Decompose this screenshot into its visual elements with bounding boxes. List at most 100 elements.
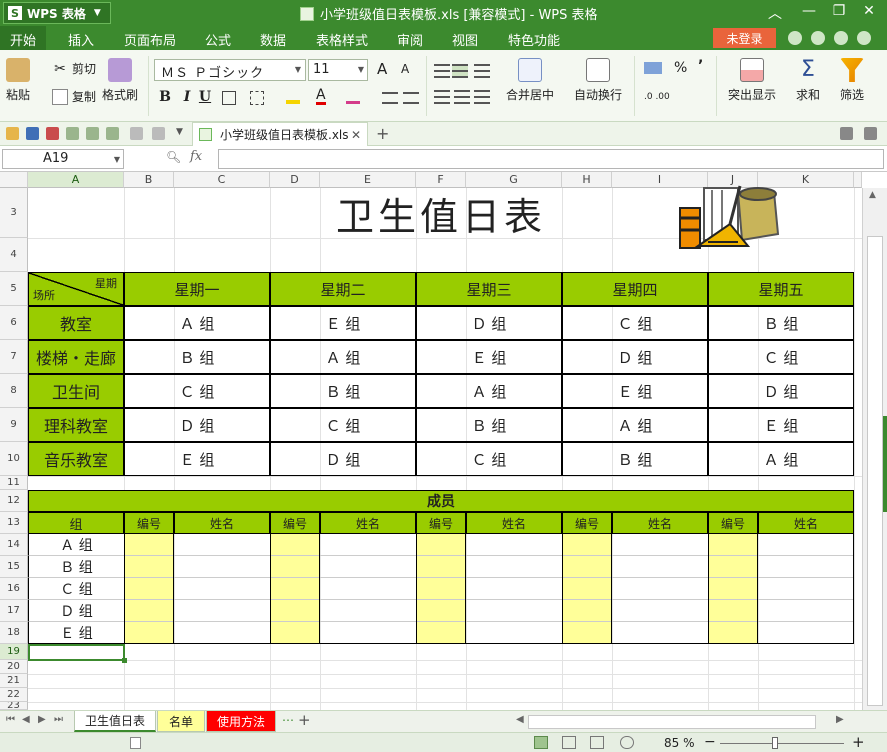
member-id-column[interactable] xyxy=(562,534,612,644)
group-cell[interactable]: Ｅ 组 xyxy=(270,306,416,340)
active-cell-selection[interactable] xyxy=(28,644,127,663)
menu-insert[interactable]: 插入 xyxy=(68,30,94,49)
last-sheet-icon[interactable]: ⏭ xyxy=(54,714,63,725)
number-header[interactable]: 编号 xyxy=(270,512,320,534)
format-painter-button[interactable]: 格式刷 xyxy=(102,58,138,103)
group-cell[interactable]: Ｅ 组 xyxy=(124,442,270,476)
horizontal-scrollbar[interactable] xyxy=(528,715,816,729)
place-cell[interactable]: 音乐教室 xyxy=(28,442,124,476)
row-header[interactable]: 18 xyxy=(0,622,28,644)
increase-decimal-icon[interactable]: .0 .00 xyxy=(644,92,670,102)
member-group-cell[interactable]: Ｄ 组 xyxy=(28,600,124,622)
row-header[interactable]: 17 xyxy=(0,600,28,622)
group-cell[interactable]: Ｅ 组 xyxy=(562,374,708,408)
tab-list-icon[interactable] xyxy=(840,127,853,140)
align-middle-icon[interactable] xyxy=(452,64,468,78)
scroll-right-icon[interactable]: ▶ xyxy=(836,714,844,725)
font-name-select[interactable]: ＭＳ Ｐゴシック ▼ xyxy=(154,59,306,81)
font-size-select[interactable]: 11 ▼ xyxy=(308,59,368,81)
scroll-left-icon[interactable]: ◀ xyxy=(516,714,524,725)
number-header[interactable]: 编号 xyxy=(708,512,758,534)
align-top-icon[interactable] xyxy=(434,64,450,78)
row-header[interactable]: 23 xyxy=(0,702,28,710)
fill-handle[interactable] xyxy=(122,658,127,663)
borders-icon[interactable] xyxy=(222,91,236,105)
number-header[interactable]: 编号 xyxy=(562,512,612,534)
select-all-corner[interactable] xyxy=(0,172,28,188)
member-group-cell[interactable]: Ａ 组 xyxy=(28,534,124,556)
menu-formulas[interactable]: 公式 xyxy=(205,30,231,49)
group-cell[interactable]: Ａ 组 xyxy=(416,374,562,408)
close-tab-icon[interactable]: ✕ xyxy=(351,128,361,142)
side-panel-toggle[interactable] xyxy=(883,416,887,512)
row-header[interactable]: 15 xyxy=(0,556,28,578)
comma-style-button[interactable]: ’ xyxy=(698,58,703,74)
group-cell[interactable]: Ａ 组 xyxy=(708,442,854,476)
day-header[interactable]: 星期四 xyxy=(562,272,708,306)
help-icon[interactable] xyxy=(857,31,871,45)
column-header[interactable]: B xyxy=(124,172,174,188)
cut-button[interactable]: ✂ 剪切 xyxy=(52,60,96,77)
add-sheet-icon[interactable]: + xyxy=(298,711,311,729)
restore-icon[interactable]: ❐ xyxy=(826,3,852,19)
conditional-format-button[interactable]: 突出显示 xyxy=(728,58,776,103)
menu-review[interactable]: 审阅 xyxy=(397,30,423,49)
row-header[interactable]: 4 xyxy=(0,238,28,272)
sheet-tab-usage[interactable]: 使用方法 xyxy=(206,711,276,732)
grow-font-button[interactable]: A xyxy=(377,60,387,78)
member-group-cell[interactable]: Ｃ 组 xyxy=(28,578,124,600)
group-cell[interactable]: Ｄ 组 xyxy=(562,340,708,374)
shrink-font-button[interactable]: A xyxy=(401,62,409,76)
row-header[interactable]: 7 xyxy=(0,340,28,374)
place-cell[interactable]: 楼梯・走廊 xyxy=(28,340,124,374)
group-cell[interactable]: Ｂ 组 xyxy=(708,306,854,340)
more-sheets-icon[interactable]: ⋯ xyxy=(282,713,294,727)
prev-sheet-icon[interactable]: ◀ xyxy=(22,714,30,725)
place-cell[interactable]: 卫生间 xyxy=(28,374,124,408)
group-cell[interactable]: Ｃ 组 xyxy=(416,442,562,476)
zoom-in-icon[interactable]: + xyxy=(852,733,865,751)
insert-function-button[interactable]: fx xyxy=(190,149,202,164)
save-icon[interactable] xyxy=(26,127,39,140)
sync-icon[interactable] xyxy=(811,31,825,45)
menu-view[interactable]: 视图 xyxy=(452,30,478,49)
sheet-tab-roster[interactable]: 名单 xyxy=(157,711,205,732)
column-header[interactable]: C xyxy=(174,172,270,188)
minimize-icon[interactable]: — xyxy=(796,3,822,19)
member-id-column[interactable] xyxy=(416,534,466,644)
filter-button[interactable]: 筛选 xyxy=(840,58,864,103)
customize-dropdown-icon[interactable]: ▼ xyxy=(176,127,183,137)
row-header[interactable]: 14 xyxy=(0,534,28,556)
day-header[interactable]: 星期二 xyxy=(270,272,416,306)
underline-button[interactable]: U xyxy=(196,89,214,105)
group-cell[interactable]: Ｃ 组 xyxy=(562,306,708,340)
menu-page-layout[interactable]: 页面布局 xyxy=(124,30,176,49)
sheet-tab-duty[interactable]: 卫生值日表 xyxy=(74,711,156,732)
group-cell[interactable]: Ｂ 组 xyxy=(270,374,416,408)
indent-increase-icon[interactable] xyxy=(403,92,419,104)
copy-button[interactable]: 复制 xyxy=(52,88,96,105)
print-icon[interactable] xyxy=(66,127,79,140)
ribbon-collapse-icon[interactable]: ︿ xyxy=(762,3,788,23)
close-icon[interactable]: ✕ xyxy=(856,3,882,19)
row-header[interactable]: 11 xyxy=(0,476,28,490)
member-id-column[interactable] xyxy=(270,534,320,644)
eye-protection-icon[interactable] xyxy=(620,736,634,749)
cell-style-icon[interactable] xyxy=(250,91,264,105)
name-header[interactable]: 姓名 xyxy=(466,512,562,534)
member-name-column[interactable] xyxy=(320,534,416,644)
zoom-slider-thumb[interactable] xyxy=(772,737,778,749)
vertical-scrollbar[interactable]: ▲ xyxy=(862,188,887,710)
group-cell[interactable]: Ｂ 组 xyxy=(562,442,708,476)
name-header[interactable]: 姓名 xyxy=(320,512,416,534)
spell-check-icon[interactable] xyxy=(106,127,119,140)
menu-special[interactable]: 特色功能 xyxy=(508,30,560,49)
menu-data[interactable]: 数据 xyxy=(260,30,286,49)
group-cell[interactable]: Ｄ 组 xyxy=(708,374,854,408)
skin-icon[interactable] xyxy=(788,31,802,45)
align-bottom-icon[interactable] xyxy=(474,64,490,78)
member-name-column[interactable] xyxy=(758,534,854,644)
member-id-column[interactable] xyxy=(708,534,758,644)
first-sheet-icon[interactable]: ⏮ xyxy=(6,714,15,725)
group-cell[interactable]: Ｄ 组 xyxy=(270,442,416,476)
